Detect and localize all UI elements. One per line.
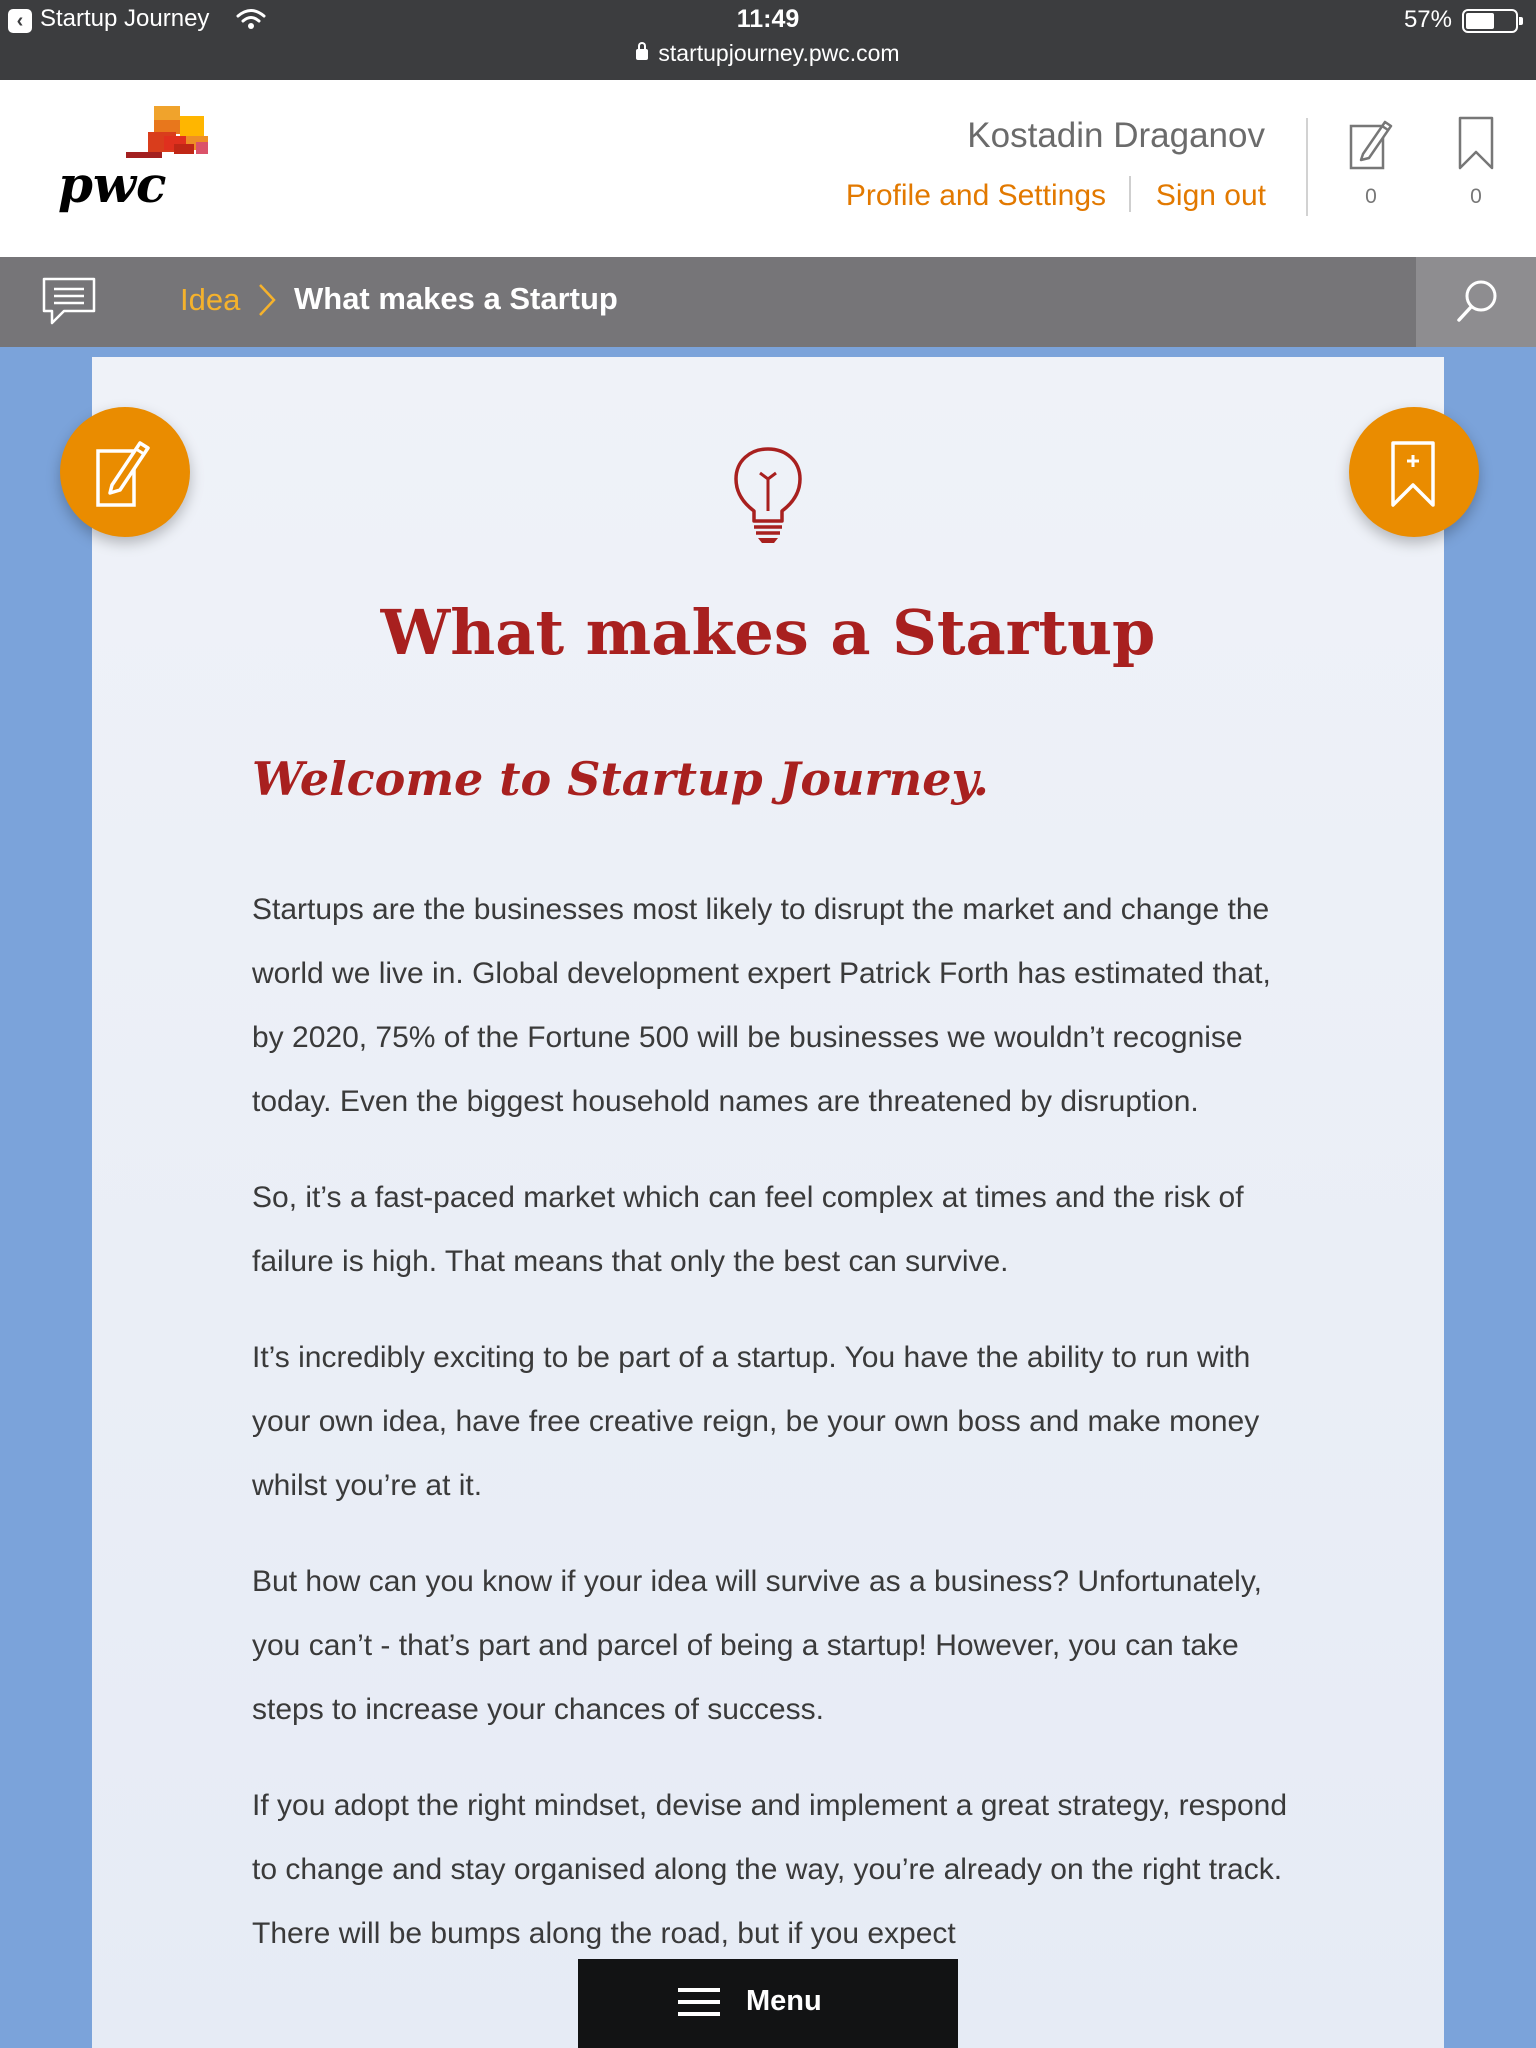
- article-paragraph: Startups are the businesses most likely …: [252, 893, 1271, 1118]
- clock: 11:49: [736, 5, 800, 33]
- lightbulb-icon: [734, 447, 802, 543]
- sign-out-link[interactable]: Sign out: [1156, 179, 1266, 213]
- breadcrumb-parent-link[interactable]: Idea: [180, 282, 240, 318]
- add-note-button[interactable]: [60, 407, 190, 537]
- pwc-logo[interactable]: pwc: [56, 106, 216, 221]
- menu-button[interactable]: Menu: [578, 1959, 958, 2048]
- url-text: startupjourney.pwc.com: [658, 40, 900, 66]
- breadcrumb-bar: Idea What makes a Startup: [0, 257, 1536, 347]
- note-edit-icon: [1349, 120, 1393, 170]
- bookmark-icon: [1458, 116, 1494, 170]
- article-paragraph: But how can you know if your idea will s…: [252, 1565, 1262, 1726]
- bookmark-add-icon: [1391, 441, 1435, 507]
- article-paragraph: If you adopt the right mindset, devise a…: [252, 1789, 1288, 1950]
- svg-text:pwc: pwc: [58, 155, 166, 214]
- add-bookmark-button[interactable]: [1349, 407, 1479, 537]
- profile-settings-link[interactable]: Profile and Settings: [846, 179, 1106, 213]
- site-header: pwc Kostadin Draganov Profile and Settin…: [0, 80, 1536, 257]
- battery-percent: 57%: [1403, 6, 1452, 33]
- user-name: Kostadin Draganov: [967, 116, 1265, 155]
- hamburger-icon: [678, 1988, 720, 2016]
- status-bar: ‹ Startup Journey 11:49 57% startupjourn…: [0, 0, 1536, 80]
- lock-icon: [636, 42, 649, 60]
- bookmarks-counter-button[interactable]: 0: [1451, 116, 1501, 209]
- battery-icon: [1462, 9, 1523, 33]
- url-bar[interactable]: startupjourney.pwc.com: [0, 40, 1536, 67]
- search-icon: [1457, 280, 1497, 322]
- search-button[interactable]: [1416, 257, 1536, 347]
- page-title: What makes a Startup: [380, 596, 1156, 669]
- note-edit-icon: [96, 441, 150, 507]
- article-paragraph: It’s incredibly exciting to be part of a…: [252, 1341, 1260, 1502]
- article-body: Startups are the businesses most likely …: [252, 878, 1304, 1998]
- notes-counter-button[interactable]: 0: [1346, 116, 1396, 209]
- chat-icon[interactable]: [42, 277, 96, 327]
- breadcrumb-current: What makes a Startup: [294, 281, 618, 316]
- notes-count: 0: [1365, 185, 1377, 208]
- chevron-right-icon: [259, 284, 276, 316]
- article-paragraph: So, it’s a fast-paced market which can f…: [252, 1181, 1244, 1278]
- bookmarks-count: 0: [1470, 185, 1482, 208]
- header-divider: [1306, 118, 1308, 216]
- link-divider: [1129, 176, 1131, 212]
- article-subtitle: Welcome to Startup Journey.: [252, 752, 989, 806]
- menu-label: Menu: [746, 1985, 822, 2017]
